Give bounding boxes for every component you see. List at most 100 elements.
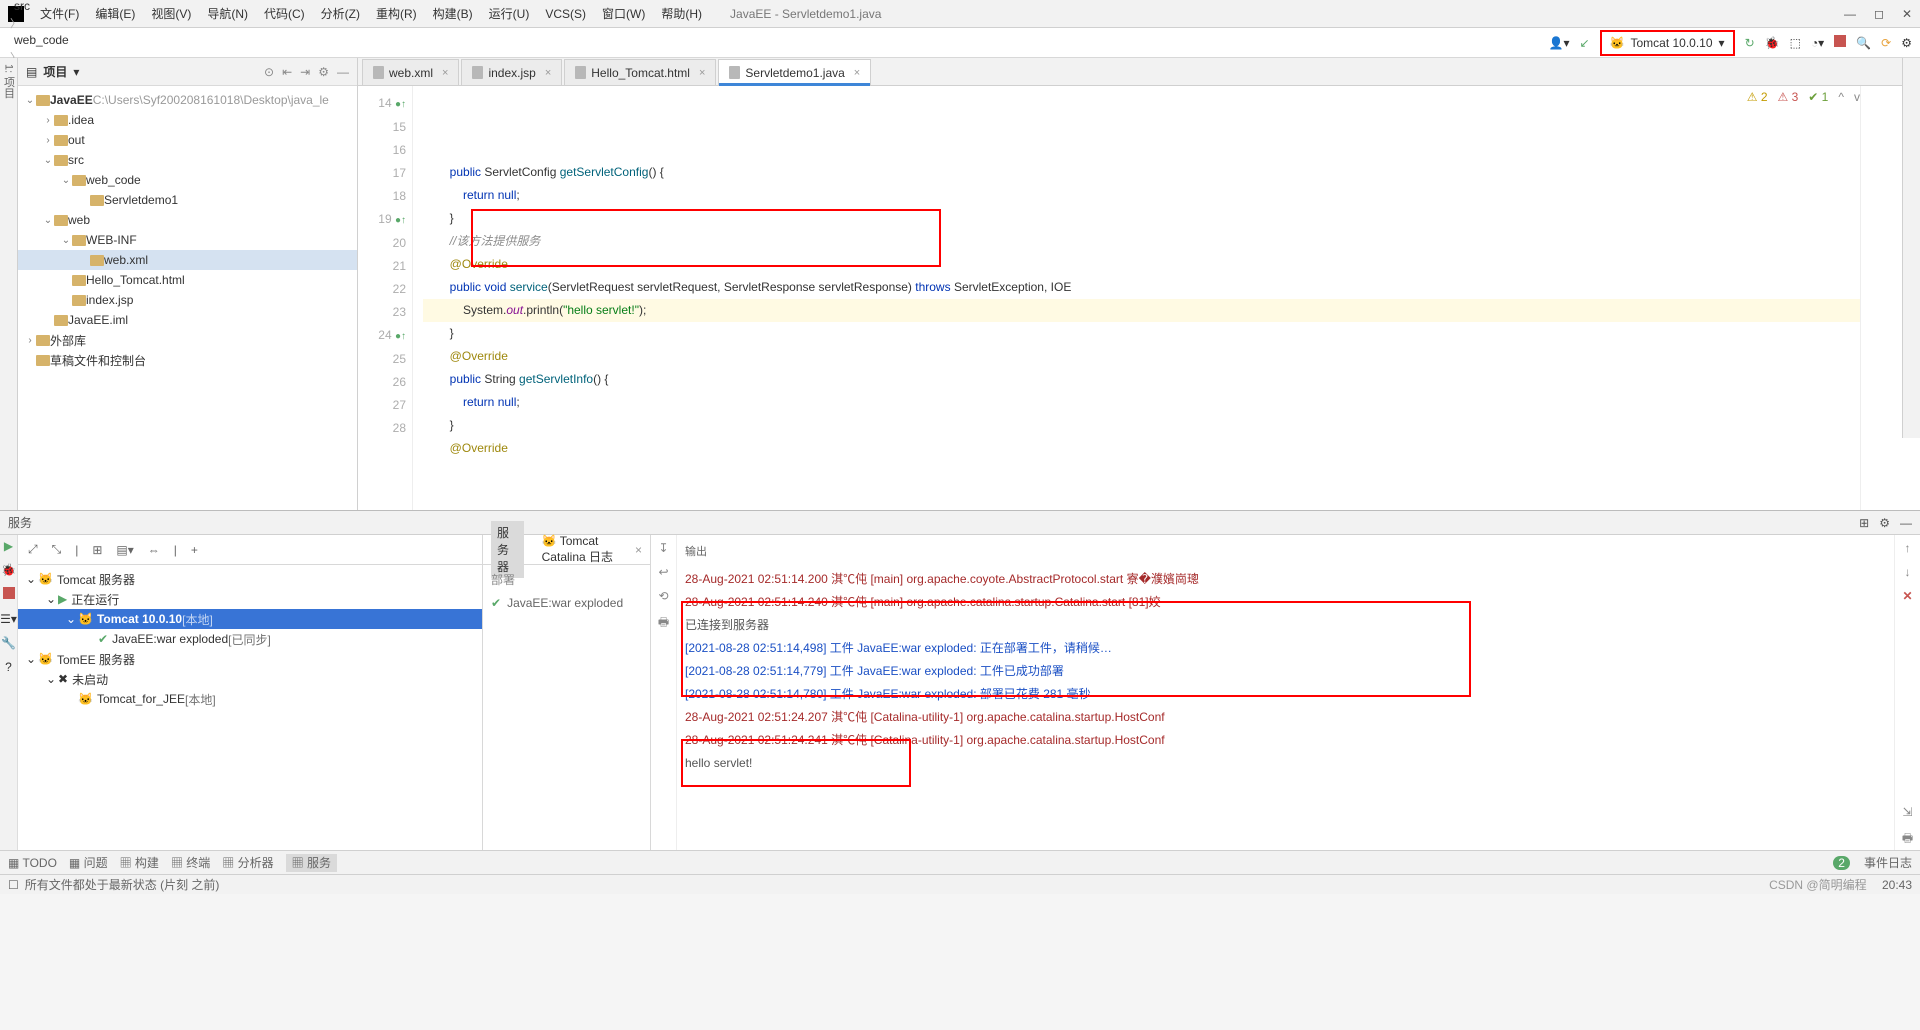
filter-icon[interactable]: ▤▾ xyxy=(116,543,133,557)
menu-item[interactable]: VCS(S) xyxy=(537,5,594,23)
close-tab-icon[interactable]: × xyxy=(699,67,705,79)
down-icon[interactable]: ↓ xyxy=(1905,565,1911,579)
editor-tabs[interactable]: web.xml×index.jsp×Hello_Tomcat.html×Serv… xyxy=(358,58,1920,86)
toolwindow-button[interactable]: ▦ 问题 xyxy=(69,856,108,870)
minimize-icon[interactable]: — xyxy=(1844,7,1856,21)
back-icon[interactable]: ↙ xyxy=(1579,36,1589,50)
tree-node[interactable]: ⌄ src xyxy=(18,150,357,170)
service-tree-node[interactable]: ⌄ 🐱 TomEE 服务器 xyxy=(18,649,482,669)
menu-item[interactable]: 重构(R) xyxy=(368,5,425,23)
collapse-icon[interactable]: ⇤ xyxy=(282,65,292,79)
breadcrumb-item[interactable]: web_code xyxy=(8,31,109,49)
tab-log[interactable]: 🐱 Tomcat Catalina 日志 xyxy=(536,531,623,568)
deploy-item[interactable]: JavaEE:war exploded xyxy=(507,596,623,610)
service-tree-node[interactable]: ✔ JavaEE:war exploded [已同步] xyxy=(18,629,482,649)
debug-icon[interactable]: 🐞 xyxy=(1,563,16,577)
menu-item[interactable]: 运行(U) xyxy=(481,5,538,23)
add-icon[interactable]: + xyxy=(191,543,198,557)
gutter[interactable]: 14 ●↑1516171819 ●↑2021222324 ●↑25262728 xyxy=(358,86,413,510)
tree-node[interactable]: › out xyxy=(18,130,357,150)
close-icon[interactable]: ✕ xyxy=(1902,589,1912,603)
project-tool-button[interactable]: 1: 项目 xyxy=(0,58,18,510)
close-tab-icon[interactable]: × xyxy=(635,543,642,557)
toolwindow-button[interactable]: ▦ 构建 xyxy=(120,856,159,870)
notif-badge[interactable]: 2 xyxy=(1833,856,1850,870)
settings-icon[interactable]: ⚙ xyxy=(1901,36,1912,50)
service-tree-node[interactable]: ⌄ ✖ 未启动 xyxy=(18,669,482,689)
sync-icon[interactable]: ⟳ xyxy=(1881,36,1891,50)
gear-icon[interactable]: ⚙ xyxy=(318,65,329,79)
tree-node[interactable]: 草稿文件和控制台 xyxy=(18,350,357,370)
menu-item[interactable]: 视图(V) xyxy=(143,5,199,23)
menu-item[interactable]: 窗口(W) xyxy=(594,5,653,23)
run-icon[interactable]: ▶ xyxy=(4,539,13,553)
wrench-icon[interactable]: 🔧 xyxy=(1,636,16,650)
tree-node[interactable]: ⌄ JavaEE C:\Users\Syf200208161018\Deskto… xyxy=(18,90,357,110)
tree-node[interactable]: ⌄ web xyxy=(18,210,357,230)
inspections-widget[interactable]: ⚠ 2 ⚠ 3 ✔ 1 ^ v xyxy=(1747,90,1860,104)
toolwindow-button[interactable]: ▦ TODO xyxy=(8,856,57,870)
breadcrumb-item[interactable]: src xyxy=(8,0,109,15)
toolwindow-button[interactable]: ▦ 服务 xyxy=(286,854,337,872)
editor-tab[interactable]: Servletdemo1.java× xyxy=(718,59,871,85)
event-log-button[interactable]: 事件日志 xyxy=(1864,854,1912,871)
menu-item[interactable]: 分析(Z) xyxy=(313,5,368,23)
hide-icon[interactable]: — xyxy=(1900,516,1912,530)
export-icon[interactable]: ⇲ xyxy=(1902,805,1912,819)
coverage-icon[interactable]: ⬚ xyxy=(1790,36,1801,50)
tree-node[interactable]: Hello_Tomcat.html xyxy=(18,270,357,290)
print-icon[interactable]: 🖶 xyxy=(1902,829,1913,850)
close-icon[interactable]: ✕ xyxy=(1902,7,1912,21)
toolwindow-button[interactable]: ▦ 终端 xyxy=(171,856,210,870)
soft-wrap-icon[interactable]: ↩ xyxy=(658,565,668,579)
right-toolwindow-bar[interactable] xyxy=(1902,58,1920,438)
code-content[interactable]: public ServletConfig getServletConfig() … xyxy=(413,86,1860,510)
service-tree-node[interactable]: ⌄ ▶ 正在运行 xyxy=(18,589,482,609)
layout-icon[interactable]: ⊞ xyxy=(1859,516,1869,530)
bug-icon[interactable]: 🐞 xyxy=(1765,36,1780,50)
scroll-end-icon[interactable]: ↧ xyxy=(658,541,668,555)
tree-node[interactable]: ⌄ web_code xyxy=(18,170,357,190)
profiler-icon[interactable]: ◔▾ xyxy=(1811,36,1824,50)
help-icon[interactable]: ? xyxy=(5,660,12,674)
menu-item[interactable]: 帮助(H) xyxy=(653,5,710,23)
expand-all-icon[interactable]: ⤢ xyxy=(28,542,38,557)
hide-icon[interactable]: — xyxy=(337,65,349,79)
group-icon[interactable]: ⊞ xyxy=(92,543,102,557)
tree-node[interactable]: ⌄ WEB-INF xyxy=(18,230,357,250)
tree-node[interactable]: JavaEE.iml xyxy=(18,310,357,330)
search-icon[interactable]: 🔍 xyxy=(1856,36,1871,50)
stop-icon[interactable] xyxy=(3,587,15,602)
menu-item[interactable]: 构建(B) xyxy=(425,5,481,23)
close-tab-icon[interactable]: × xyxy=(442,67,448,79)
tree-node[interactable]: › 外部库 xyxy=(18,330,357,350)
close-tab-icon[interactable]: × xyxy=(545,67,551,79)
service-tree-node[interactable]: ⌄ 🐱 Tomcat 服务器 xyxy=(18,569,482,589)
stop-icon[interactable] xyxy=(1834,35,1846,50)
editor-tab[interactable]: web.xml× xyxy=(362,59,459,85)
menu-item[interactable]: 代码(C) xyxy=(256,5,313,23)
tree-node[interactable]: › .idea xyxy=(18,110,357,130)
service-tree-node[interactable]: ⌄ 🐱 Tomcat 10.0.10 [本地] xyxy=(18,609,482,629)
up-icon[interactable]: ↑ xyxy=(1905,541,1911,555)
collapse-all-icon[interactable]: ⤡ xyxy=(52,542,62,557)
editor-tab[interactable]: Hello_Tomcat.html× xyxy=(564,59,716,85)
expand-icon[interactable]: ⇥ xyxy=(300,65,310,79)
menu-item[interactable]: 导航(N) xyxy=(199,5,256,23)
close-tab-icon[interactable]: × xyxy=(854,67,860,79)
filter-icon[interactable]: ☰▾ xyxy=(0,612,17,626)
maximize-icon[interactable]: ◻ xyxy=(1874,7,1884,21)
service-tree-node[interactable]: 🐱 Tomcat_for_JEE [本地] xyxy=(18,689,482,709)
editor-tab[interactable]: index.jsp× xyxy=(461,59,562,85)
print-icon[interactable]: 🖶 xyxy=(658,613,669,634)
run-config-selector[interactable]: 🐱 Tomcat 10.0.10 ▾ xyxy=(1600,30,1735,56)
select-opened-icon[interactable]: ⊙ xyxy=(264,65,274,79)
chevron-down-icon[interactable]: ▾ xyxy=(73,65,79,79)
tree-node[interactable]: Servletdemo1 xyxy=(18,190,357,210)
users-icon[interactable]: 👤▾ xyxy=(1549,36,1570,50)
chevron-up-icon[interactable]: ^ xyxy=(1838,90,1844,104)
tree-node[interactable]: web.xml xyxy=(18,250,357,270)
tree-node[interactable]: index.jsp xyxy=(18,290,357,310)
clear-icon[interactable]: ⟲ xyxy=(658,589,668,603)
rerun-icon[interactable]: ↻ xyxy=(1745,36,1755,50)
